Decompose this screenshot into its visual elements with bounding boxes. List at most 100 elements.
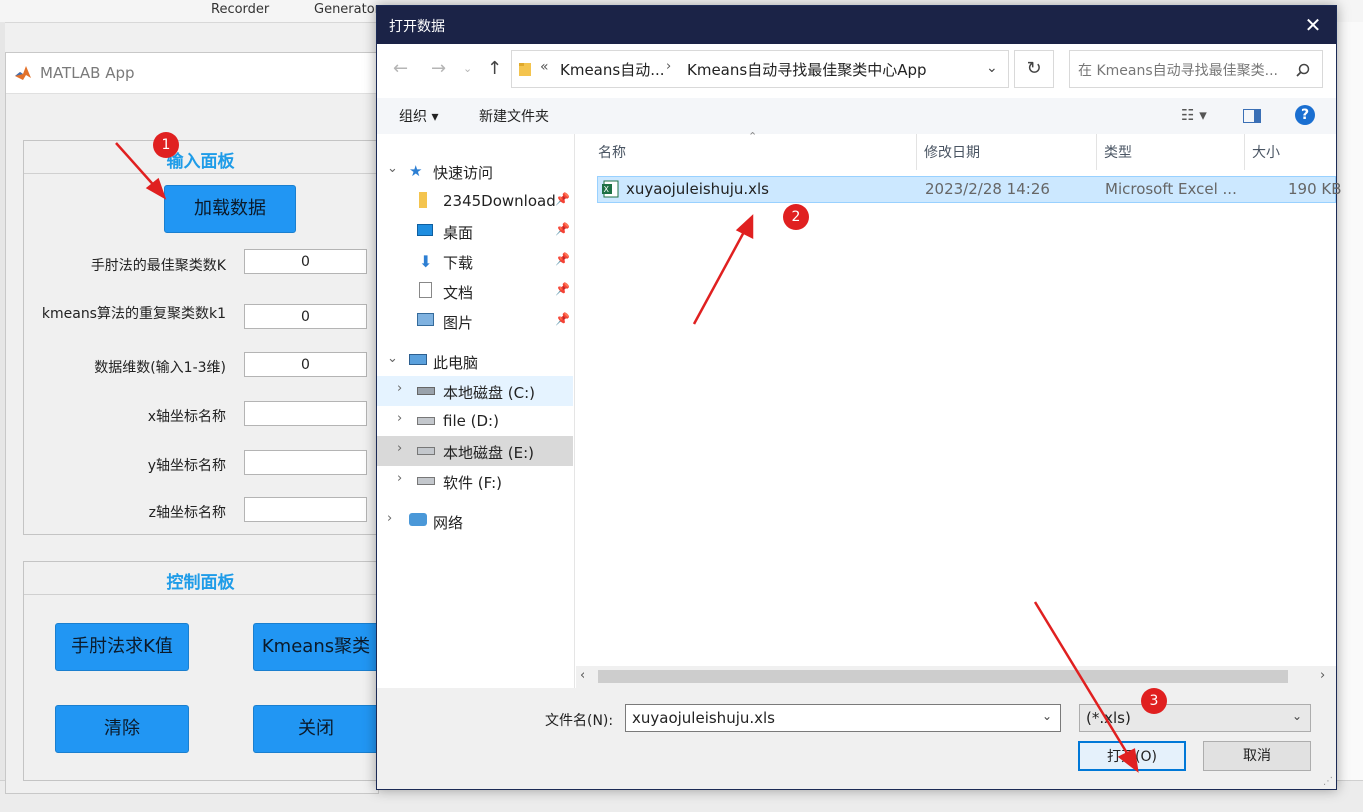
drive-icon xyxy=(417,447,435,455)
expand-arrow-icon[interactable]: › xyxy=(397,411,402,426)
expand-arrow-icon[interactable]: › xyxy=(387,511,392,526)
load-data-button[interactable]: 加载数据 xyxy=(164,185,296,233)
column-separator[interactable] xyxy=(1244,134,1245,170)
tree-drive-d[interactable]: › file (D:) xyxy=(377,406,573,436)
back-icon[interactable]: ← xyxy=(393,58,408,79)
dimension-input[interactable]: 0 xyxy=(244,352,367,377)
expand-arrow-icon[interactable]: › xyxy=(397,381,402,396)
tree-quick-access[interactable]: ⌄ ★ 快速访问 xyxy=(377,156,573,186)
elbow-k-button[interactable]: 手肘法求K值 xyxy=(55,623,189,671)
filename-label: 文件名(N): xyxy=(545,713,614,729)
tree-drive-c[interactable]: › 本地磁盘 (C:) xyxy=(377,376,573,406)
pin-icon[interactable]: 📌 xyxy=(555,252,570,266)
matlab-app-window: MATLAB App 输入面板 加载数据 手肘法的最佳聚类数K 0 kmeans… xyxy=(5,52,379,794)
file-type-filter[interactable]: (*.xls) ⌄ xyxy=(1079,704,1311,732)
field-label-k1: kmeans算法的重复聚类数k1 xyxy=(41,306,226,322)
open-button[interactable]: 打开(O) xyxy=(1078,741,1186,771)
repeat-k1-input[interactable]: 0 xyxy=(244,304,367,329)
filter-dropdown-icon[interactable]: ⌄ xyxy=(1292,709,1302,723)
tree-item-pictures[interactable]: 图片 📌 xyxy=(377,306,573,336)
document-icon xyxy=(419,282,432,298)
expand-chevron-icon[interactable]: ⌄ xyxy=(387,351,398,366)
tree-label: 2345Download xyxy=(443,192,556,210)
filename-dropdown-icon[interactable]: ⌄ xyxy=(1042,709,1052,723)
ribbon-tab-recorder[interactable]: Recorder xyxy=(211,2,269,17)
control-panel-title: 控制面板 xyxy=(166,573,235,593)
tree-drive-e[interactable]: › 本地磁盘 (E:) xyxy=(377,436,573,466)
address-crumb-parent[interactable]: Kmeans自动... xyxy=(560,59,665,80)
pin-icon[interactable]: 📌 xyxy=(555,282,570,296)
column-header-type[interactable]: 类型 xyxy=(1104,142,1132,162)
scroll-right-icon[interactable]: › xyxy=(1320,668,1325,683)
pin-icon[interactable]: 📌 xyxy=(555,222,570,236)
ribbon-tab-generator[interactable]: Generator xyxy=(314,2,380,17)
folder-icon xyxy=(419,192,427,208)
dialog-toolbar: 组织 ▾ 新建文件夹 ☷ ▾ ? xyxy=(377,98,1336,134)
optimal-k-input[interactable]: 0 xyxy=(244,249,367,274)
new-folder-button[interactable]: 新建文件夹 xyxy=(479,106,549,126)
close-icon[interactable]: ✕ xyxy=(1297,12,1329,38)
search-box[interactable]: 在 Kmeans自动寻找最佳聚类... xyxy=(1069,50,1323,88)
expand-chevron-icon[interactable]: ⌄ xyxy=(387,161,398,176)
excel-file-icon: X xyxy=(602,180,619,198)
scroll-left-icon[interactable]: ‹ xyxy=(580,668,585,683)
organize-button[interactable]: 组织 ▾ xyxy=(399,106,438,126)
column-header-size[interactable]: 大小 xyxy=(1252,142,1280,162)
star-icon: ★ xyxy=(409,162,423,180)
view-options-icon[interactable]: ☷ ▾ xyxy=(1181,106,1207,124)
up-icon[interactable]: ↑ xyxy=(487,58,502,79)
file-list: ⌃ 名称 修改日期 类型 大小 xyxy=(576,130,1336,666)
search-placeholder: 在 Kmeans自动寻找最佳聚类... xyxy=(1078,63,1278,79)
field-label-z: z轴坐标名称 xyxy=(148,505,226,521)
filter-value: (*.xls) xyxy=(1086,709,1131,727)
tree-item-desktop[interactable]: 桌面 📌 xyxy=(377,216,573,246)
desktop-icon xyxy=(417,224,433,236)
close-app-button[interactable]: 关闭 xyxy=(253,705,378,753)
file-type: Microsoft Excel ... xyxy=(1105,180,1237,198)
file-row-selected[interactable]: X xuyaojuleishuju.xls 2023/2/28 14:26 Mi… xyxy=(597,176,1342,203)
address-bar[interactable]: « Kmeans自动... › Kmeans自动寻找最佳聚类中心App ⌄ xyxy=(511,50,1009,88)
filename-value: xuyaojuleishuju.xls xyxy=(632,709,775,727)
control-panel: 控制面板 手肘法求K值 Kmeans聚类 清除 关闭 xyxy=(23,561,378,781)
tree-drive-f[interactable]: › 软件 (F:) xyxy=(377,466,573,496)
scrollbar-thumb[interactable] xyxy=(598,670,1288,683)
file-size: 190 KB xyxy=(1288,180,1342,198)
tree-item-2345download[interactable]: 2345Download 📌 xyxy=(377,186,573,216)
tree-label: file (D:) xyxy=(443,412,499,430)
address-overflow-icon[interactable]: « xyxy=(540,59,549,75)
x-axis-name-input[interactable] xyxy=(244,401,367,426)
dialog-titlebar: 打开数据 ✕ xyxy=(377,6,1336,44)
filename-input[interactable]: xuyaojuleishuju.xls ⌄ xyxy=(625,704,1061,732)
horizontal-scrollbar[interactable]: ‹ › xyxy=(576,666,1336,688)
y-axis-name-input[interactable] xyxy=(244,450,367,475)
clear-button[interactable]: 清除 xyxy=(55,705,189,753)
help-icon[interactable]: ? xyxy=(1295,105,1315,125)
refresh-icon[interactable]: ↻ xyxy=(1014,50,1054,88)
tree-item-documents[interactable]: 文档 📌 xyxy=(377,276,573,306)
kmeans-cluster-button[interactable]: Kmeans聚类 xyxy=(253,623,378,671)
forward-icon[interactable]: → xyxy=(431,58,446,79)
field-label-x: x轴坐标名称 xyxy=(147,409,226,425)
resize-grip-icon[interactable]: ⋰ xyxy=(1323,776,1333,787)
search-icon[interactable] xyxy=(1296,63,1310,77)
pin-icon[interactable]: 📌 xyxy=(555,192,570,206)
tree-item-downloads[interactable]: ⬇ 下载 📌 xyxy=(377,246,573,276)
recent-chevron-icon[interactable]: ⌄ xyxy=(463,62,472,75)
column-separator[interactable] xyxy=(916,134,917,170)
pin-icon[interactable]: 📌 xyxy=(555,312,570,326)
expand-arrow-icon[interactable]: › xyxy=(397,471,402,486)
z-axis-name-input[interactable] xyxy=(244,497,367,522)
expand-arrow-icon[interactable]: › xyxy=(397,441,402,456)
computer-icon xyxy=(409,354,427,365)
column-header-date[interactable]: 修改日期 xyxy=(924,142,980,162)
column-header-name[interactable]: 名称 xyxy=(598,142,626,162)
tree-label: 图片 xyxy=(443,314,474,332)
preview-pane-icon[interactable] xyxy=(1243,109,1261,123)
cancel-button[interactable]: 取消 xyxy=(1203,741,1311,771)
tree-this-pc[interactable]: ⌄ 此电脑 xyxy=(377,346,573,376)
column-separator[interactable] xyxy=(1096,134,1097,170)
navigation-pane: ⌄ ★ 快速访问 2345Download 📌 桌面 📌 ⬇ 下载 📌 文档 📌… xyxy=(377,134,575,688)
address-crumb-current[interactable]: Kmeans自动寻找最佳聚类中心App xyxy=(687,59,927,80)
tree-network[interactable]: › 网络 xyxy=(377,506,573,536)
address-dropdown-icon[interactable]: ⌄ xyxy=(986,60,998,76)
